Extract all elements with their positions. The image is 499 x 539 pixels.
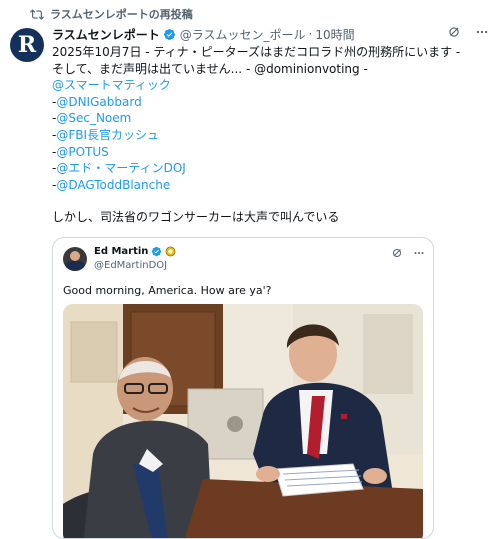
mention-item[interactable]: -@FBI長官カッシュ [52,127,492,144]
mention-link[interactable]: @DNIGabbard [56,95,141,109]
repost-icon [30,9,44,20]
photo-illustration [63,304,423,538]
mention-item[interactable]: -@DAGToddBlanche [52,177,492,194]
repost-indicator[interactable]: ラスムセンレポートの再投稿 [30,6,193,22]
mention-item[interactable]: -@Sec_Noem [52,110,492,127]
separator: · [308,27,313,41]
gold-badge-icon [166,246,176,257]
quoted-author-handle[interactable]: @EdMartinDOJ [94,260,167,271]
quoted-text: Good morning, America. How are ya'? [63,284,272,297]
more-icon[interactable] [475,25,489,39]
mention-link[interactable]: @スマートマティック [52,78,171,92]
mention-link[interactable]: @POTUS [56,145,108,159]
more-icon[interactable] [413,247,425,259]
mention-link[interactable]: @DAGToddBlanche [56,178,170,192]
body-closing: しかし、司法省のワゴンサーカーは大声で叫んでいる [52,210,340,225]
quoted-post[interactable]: Ed Martin @EdMartinDOJ Good morning, Ame… [52,237,434,539]
body-line-2: そして、まだ声明は出ていません... - @dominionvoting - [52,61,368,76]
body-line-1: 2025年10月7日 - ティナ・ピーターズはまだコロラド州の刑務所にいます - [52,45,461,59]
verified-badge-icon [163,28,175,40]
mention-link[interactable]: @FBI長官カッシュ [56,128,159,142]
mention-item[interactable]: @スマートマティック [52,77,492,94]
quoted-avatar[interactable] [63,247,87,271]
quoted-photo[interactable] [63,304,423,538]
author-name[interactable]: ラスムセンレポート [52,26,160,43]
mention-item[interactable]: -@DNIGabbard [52,94,492,111]
quoted-author-name[interactable]: Ed Martin [94,246,176,257]
post-time[interactable]: 10時間 [315,26,354,43]
avatar-initial: R [17,32,37,58]
mention-link[interactable]: @エド・マーティンDOJ [56,161,186,175]
avatar[interactable]: R [10,28,44,62]
mention-item[interactable]: -@エド・マーティンDOJ [52,160,492,177]
mention-link[interactable]: @Sec_Noem [56,111,131,125]
grok-icon[interactable] [391,247,403,259]
repost-label: ラスムセンレポートの再投稿 [50,8,193,21]
mention-item[interactable]: -@POTUS [52,144,492,161]
post-body: 2025年10月7日 - ティナ・ピーターズはまだコロラド州の刑務所にいます -… [52,44,492,226]
author-handle[interactable]: @ラスムッセン_ポール [180,26,306,43]
verified-badge-icon [152,246,162,257]
post-header: ラスムセンレポート @ラスムッセン_ポール · 10時間 [52,25,489,43]
grok-icon[interactable] [447,25,461,39]
